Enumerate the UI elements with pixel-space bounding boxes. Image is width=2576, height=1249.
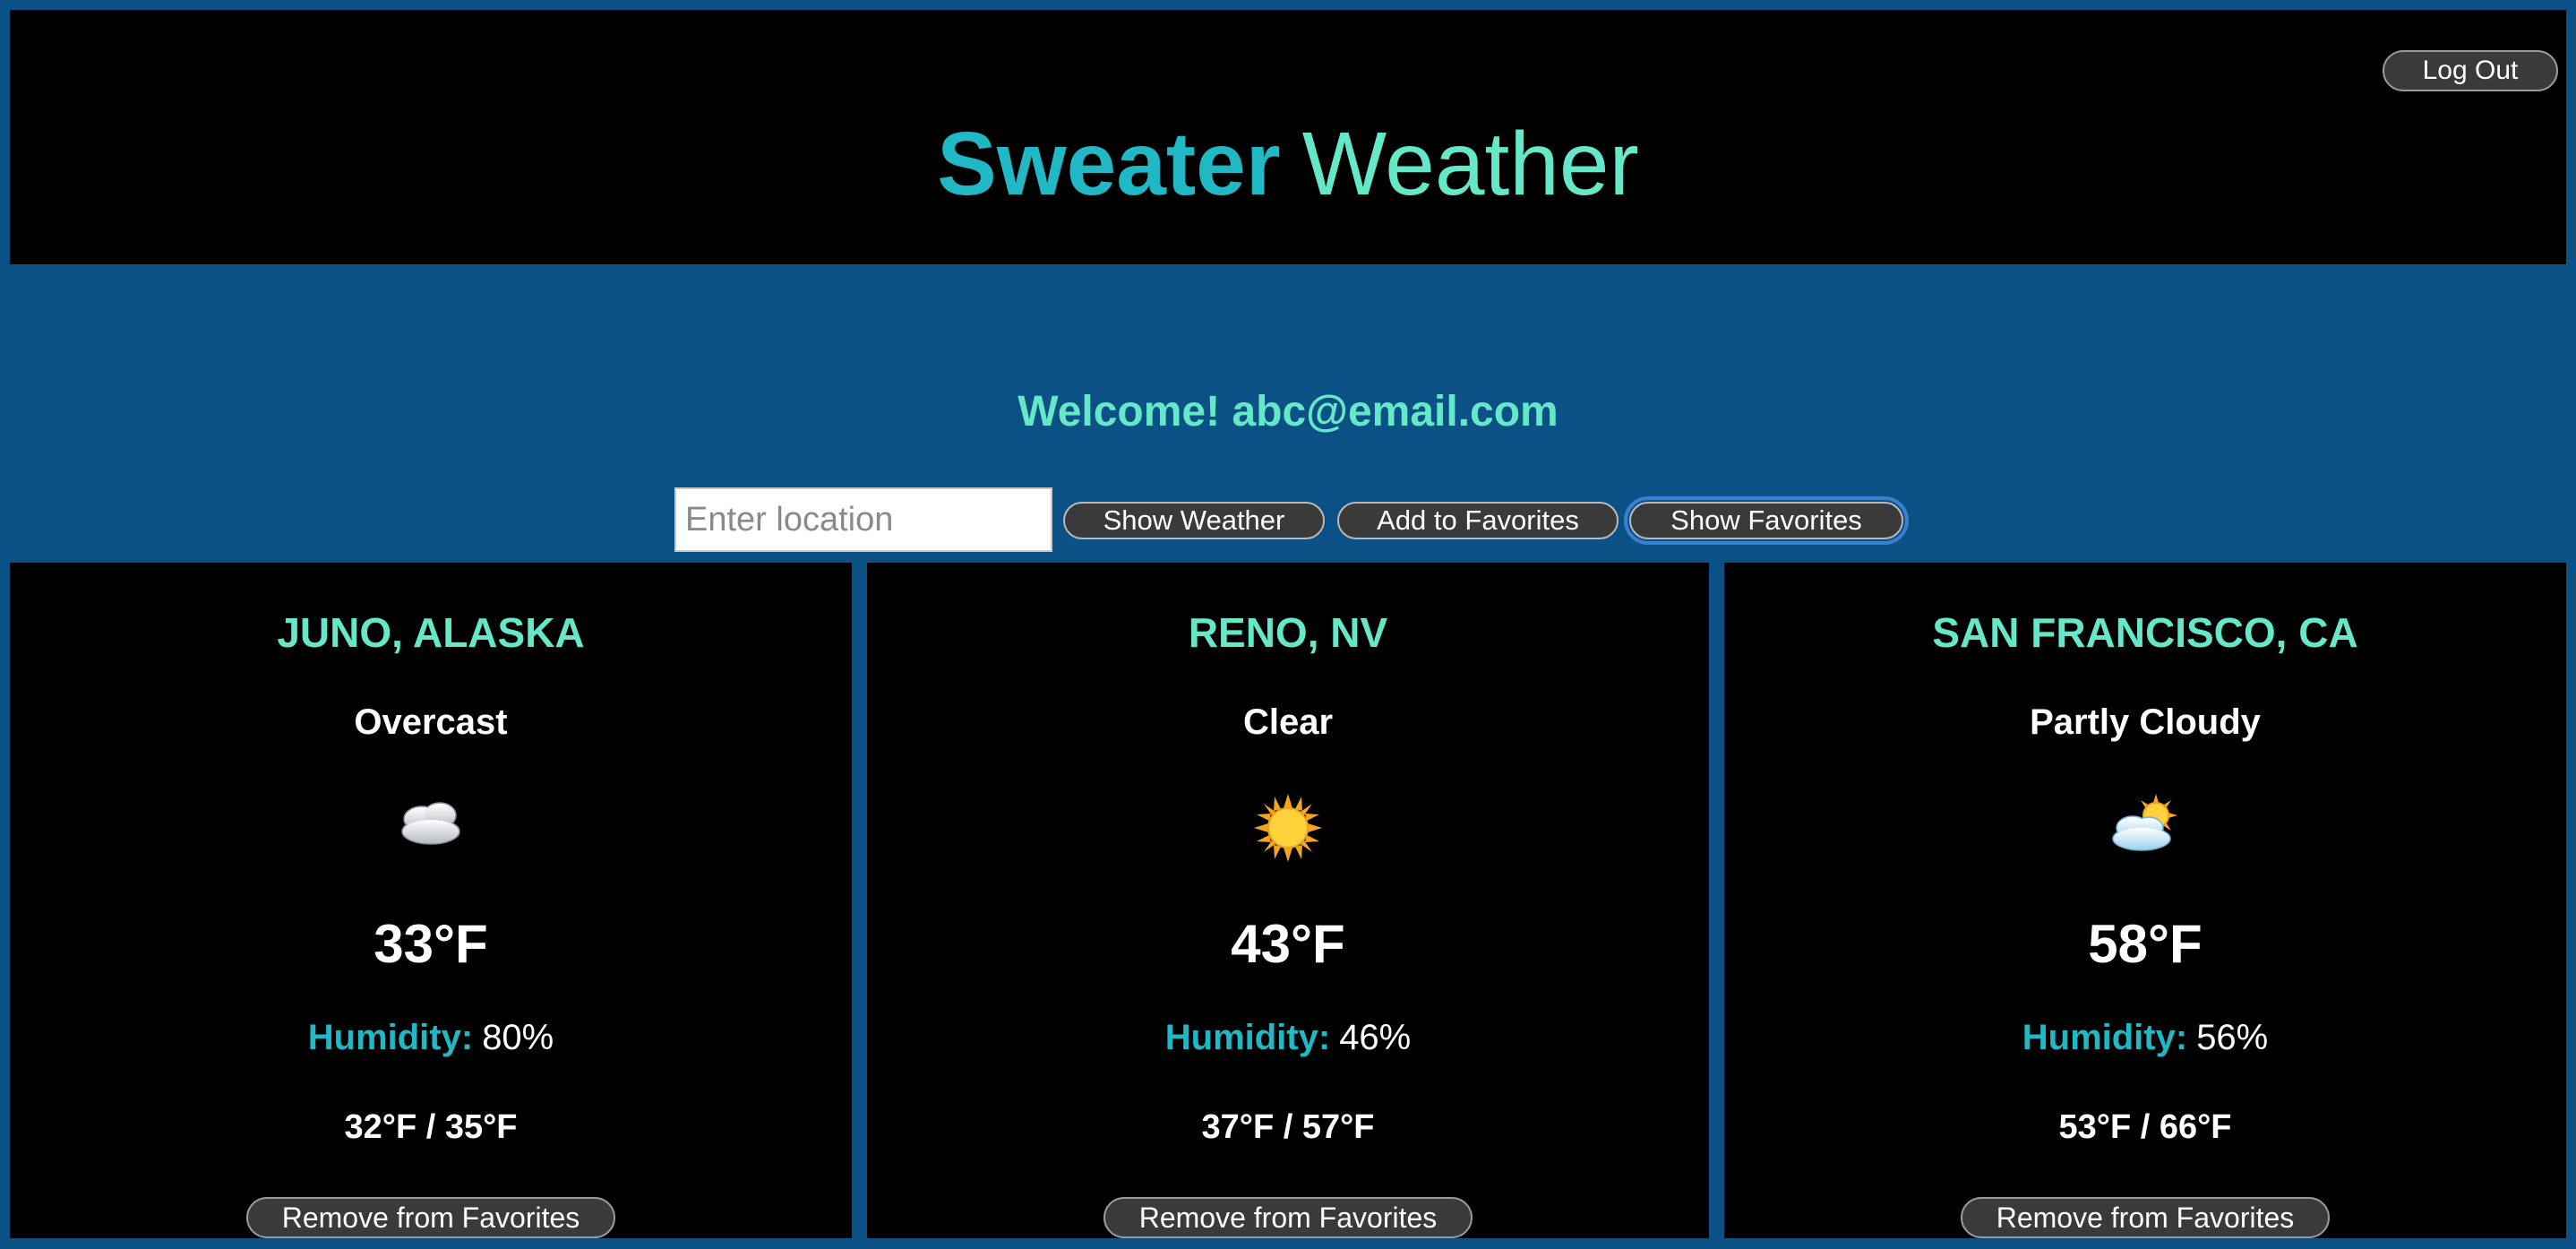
temperature: 33°F	[374, 914, 488, 974]
remove-from-favorites-button[interactable]: Remove from Favorites	[1103, 1197, 1473, 1238]
humidity-label: Humidity:	[1164, 1018, 1331, 1057]
weather-condition: Clear	[1242, 702, 1334, 742]
remove-from-favorites-button[interactable]: Remove from Favorites	[1961, 1197, 2330, 1238]
temperature: 43°F	[1231, 914, 1345, 974]
sun-icon	[867, 792, 1709, 864]
humidity-row: Humidity: 80%	[10, 1014, 852, 1061]
show-favorites-button[interactable]: Show Favorites	[1624, 496, 1909, 545]
logout-button[interactable]: Log Out	[2383, 50, 2558, 91]
temperature: 58°F	[2088, 914, 2202, 974]
humidity-value: 46%	[1339, 1018, 1412, 1057]
humidity-label: Humidity:	[2022, 1018, 2188, 1057]
sun-behind-cloud-icon	[1724, 792, 2566, 864]
humidity-value: 56%	[2196, 1018, 2269, 1057]
app-header: Sweater Weather Log Out	[10, 10, 2566, 264]
favorite-card: JUNO, ALASKA Overcast 33°F Humidity: 80%…	[10, 563, 852, 1238]
low-high-temperature: 53°F / 66°F	[2058, 1108, 2232, 1146]
low-high-temperature: 32°F / 35°F	[344, 1108, 518, 1146]
low-high-temperature: 37°F / 57°F	[1201, 1108, 1375, 1146]
app-title-bold: Sweater	[937, 114, 1281, 214]
weather-condition: Partly Cloudy	[2030, 702, 2261, 742]
location-input[interactable]	[674, 487, 1052, 552]
remove-from-favorites-button[interactable]: Remove from Favorites	[246, 1197, 615, 1238]
favorite-card: SAN FRANCISCO, CA Partly Cloudy 58°F Hum…	[1724, 563, 2566, 1238]
humidity-row: Humidity: 56%	[1724, 1014, 2566, 1061]
humidity-label: Humidity:	[307, 1018, 474, 1057]
add-to-favorites-button[interactable]: Add to Favorites	[1337, 502, 1619, 539]
cloud-icon	[10, 792, 852, 864]
app-title: Sweater Weather	[10, 107, 2566, 221]
city-name: JUNO, ALASKA	[277, 609, 585, 656]
humidity-value: 80%	[482, 1018, 554, 1057]
welcome-message: Welcome! abc@email.com	[1018, 388, 1558, 435]
favorite-card: RENO, NV Clear 43°F Humidity: 46% 37°F /…	[867, 563, 1709, 1238]
app-title-light: Weather	[1301, 114, 1639, 214]
show-weather-button[interactable]: Show Weather	[1063, 502, 1325, 539]
humidity-row: Humidity: 46%	[867, 1014, 1709, 1061]
city-name: RENO, NV	[1188, 609, 1388, 656]
weather-condition: Overcast	[354, 702, 508, 742]
city-name: SAN FRANCISCO, CA	[1932, 609, 2358, 656]
